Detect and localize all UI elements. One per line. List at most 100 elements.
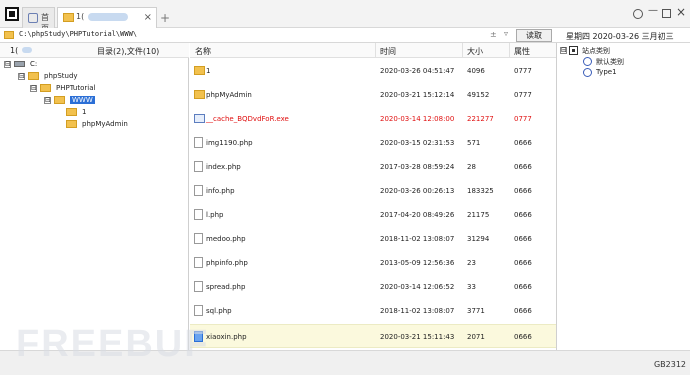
tab-home[interactable]: 首页 [22,7,55,33]
file-size: 571 [467,139,481,147]
category-label: 站点类别 [582,47,610,55]
path-input[interactable]: C:\phpStudy\PHPTutorial\WWW\ [19,30,137,38]
file-time: 2017-04-20 08:49:26 [380,211,455,219]
directory-tree-pane: 1( 目录(2),文件(10) ⊟ C: ⊟ phpStudy ⊟ PHPTut… [0,43,189,350]
file-time: 2018-11-02 13:08:07 [380,235,455,243]
tree-node-phpstudy[interactable]: ⊟ phpStudy [18,71,98,83]
maximize-button[interactable] [662,9,671,18]
tree-node-default-category[interactable]: 默认类别 [583,56,673,67]
circle-icon[interactable] [633,9,643,19]
table-row[interactable]: 1 2020-03-26 04:51:47 4096 0777 [190,59,556,83]
tree-node-type1[interactable]: Type1 [583,67,673,78]
column-header-size[interactable]: 大小 [467,46,483,57]
file-name: spread.php [206,283,246,291]
file-size: 4096 [467,67,485,75]
table-row[interactable]: phpMyAdmin 2020-03-21 15:12:14 49152 077… [190,83,556,107]
file-attr: 0666 [514,283,532,291]
folder-icon [28,72,39,80]
column-divider [509,43,510,58]
file-name: 1 [206,67,211,75]
table-row-selected[interactable]: xiaoxin.php 2020-03-21 15:11:43 2071 066… [190,324,556,348]
tree-summary: 目录(2),文件(10) [97,47,160,56]
tree-node-1[interactable]: 1 [56,107,116,119]
file-list: 名称 时间 大小 属性 1 2020-03-26 04:51:47 4096 0… [190,43,556,350]
exe-icon [194,114,205,123]
tree-node-label: WWW [70,96,95,104]
file-size: 221277 [467,115,494,123]
tree-node-www[interactable]: ⊟ WWW [44,95,104,107]
category-icon [583,68,592,77]
file-icon [194,233,203,244]
tab-bar: 首页 1( × + — × [0,0,690,33]
file-time: 2020-03-26 00:26:13 [380,187,455,195]
dropdown-arrow-icon[interactable]: ▿ [504,29,508,38]
file-attr: 0666 [514,235,532,243]
folder-icon [40,84,51,92]
column-header-time[interactable]: 时间 [380,46,396,57]
table-row[interactable]: spread.php 2020-03-14 12:06:52 33 0666 [190,275,556,299]
file-name: xiaoxin.php [206,333,247,341]
file-attr: 0777 [514,115,532,123]
collapse-icon[interactable]: ⊟ [18,73,25,80]
table-row[interactable]: l.php 2017-04-20 08:49:26 21175 0666 [190,203,556,227]
column-header-name[interactable]: 名称 [195,46,211,57]
collapse-icon[interactable]: ⊟ [30,85,37,92]
tree-node-label: phpStudy [44,72,78,80]
tab-close-icon[interactable]: × [144,12,152,23]
table-row[interactable]: __cache_BQDvdFoR.exe 2020-03-14 12:08:00… [190,107,556,131]
tree-node-phptutorial[interactable]: ⊟ PHPTutorial [30,83,120,95]
file-name: img1190.php [206,139,253,147]
minimize-button[interactable]: — [648,5,658,16]
tree-count: 1( [10,46,19,55]
tree-node-site-category[interactable]: ⊟ 站点类别 [560,45,670,56]
tab-active[interactable]: 1( × [57,7,157,29]
add-tab-button[interactable]: + [160,11,170,25]
plus-minus-icon[interactable]: ± [490,30,497,39]
tree-node-phpmyadmin[interactable]: phpMyAdmin [56,119,146,131]
file-icon [194,137,203,148]
file-attr: 0666 [514,259,532,267]
table-row[interactable]: medoo.php 2018-11-02 13:08:07 31294 0666 [190,227,556,251]
file-time: 2020-03-15 02:31:53 [380,139,455,147]
close-window-button[interactable]: × [676,5,686,19]
table-row[interactable]: index.php 2017-03-28 08:59:24 28 0666 [190,155,556,179]
table-row[interactable]: sql.php 2018-11-02 13:08:07 3771 0666 [190,299,556,323]
column-header-attr[interactable]: 属性 [514,46,530,57]
table-row[interactable]: img1190.php 2020-03-15 02:31:53 571 0666 [190,131,556,155]
file-name: l.php [206,211,224,219]
file-time: 2020-03-14 12:08:00 [380,115,455,123]
table-row[interactable]: info.php 2020-03-26 00:26:13 183325 0666 [190,179,556,203]
folder-icon [194,90,205,99]
collapse-icon[interactable]: ⊟ [4,61,11,68]
file-time: 2020-03-21 15:11:43 [380,333,455,341]
table-row[interactable]: phpinfo.php 2013-05-09 12:56:36 23 0666 [190,251,556,275]
redacted-blur [88,12,129,21]
file-icon [194,161,203,172]
file-size: 23 [467,259,476,267]
file-attr: 0666 [514,139,532,147]
tree-node-label: 1 [82,108,87,116]
collapse-icon[interactable]: ⊟ [560,47,567,54]
file-name: phpMyAdmin [206,91,252,99]
site-category-pane: ⊟ 站点类别 默认类别 Type1 [556,43,690,350]
file-icon [194,185,203,196]
file-size: 49152 [467,91,490,99]
file-icon [194,257,203,268]
collapse-icon[interactable]: ⊟ [44,97,51,104]
tree-node-label: C: [30,60,38,68]
file-size: 31294 [467,235,490,243]
tree-node-label: phpMyAdmin [82,120,128,128]
drive-icon [14,61,25,67]
folder-icon [66,120,77,128]
file-attr: 0777 [514,67,532,75]
watermark-text: FREEBUF [16,323,206,362]
file-name: info.php [206,187,235,195]
file-size: 33 [467,283,476,291]
encoding-label: GB2312 [653,360,686,369]
file-size: 3771 [467,307,485,315]
category-label: 默认类别 [596,58,624,66]
file-name: index.php [206,163,241,171]
tree-node-c[interactable]: ⊟ C: [4,59,84,71]
file-attr: 0777 [514,91,532,99]
read-button[interactable]: 读取 [516,29,552,42]
